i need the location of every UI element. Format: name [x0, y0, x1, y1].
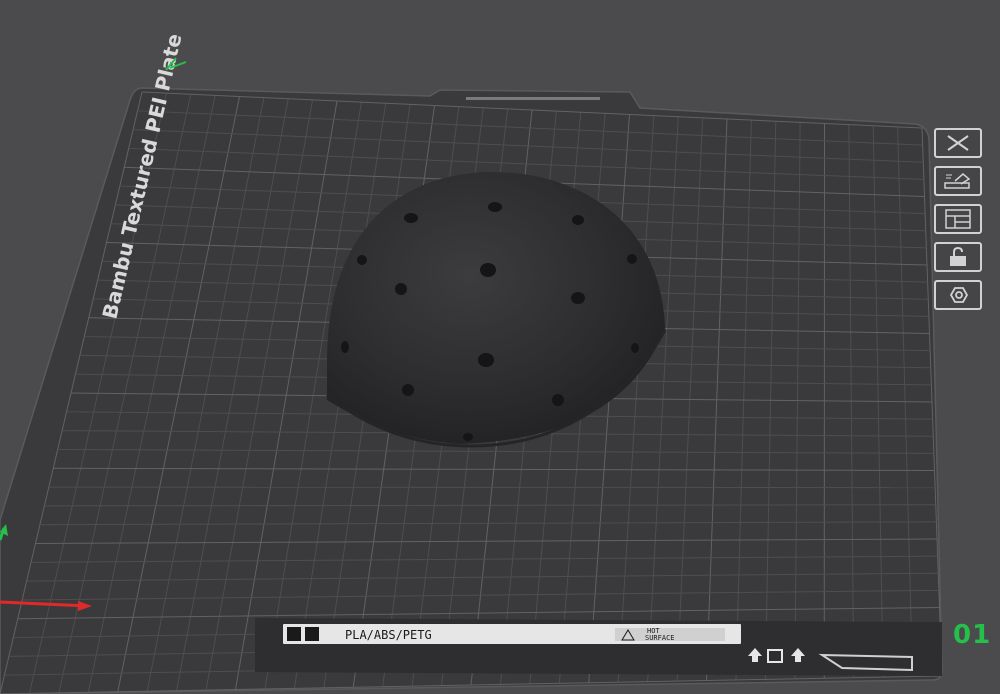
auto-orient-button[interactable]: [934, 166, 982, 196]
dome-hole: [357, 255, 367, 265]
dome-hole: [631, 343, 639, 353]
plate-settings-button[interactable]: [934, 280, 982, 310]
plate-tab-slot: [466, 97, 600, 100]
settings-icon: [949, 287, 969, 303]
dome-hole: [463, 433, 473, 441]
hot-surface-line2: SURFACE: [645, 634, 675, 642]
lock-plate-button[interactable]: [934, 242, 982, 272]
dome-hole: [627, 254, 637, 264]
close-plate-button[interactable]: [934, 128, 982, 158]
build-plate-scene[interactable]: Bambu Textured PEI Plate PLA/ABS/PETG HO…: [0, 0, 1000, 694]
close-icon: [947, 135, 969, 151]
dome-hole: [571, 292, 585, 304]
plate-toolbar: [934, 128, 986, 310]
dome-hole: [572, 215, 584, 225]
plate-number: 01: [953, 620, 992, 650]
grid-line-horizontal: [48, 486, 936, 489]
dome-hole: [478, 353, 494, 367]
dome-hole: [488, 202, 502, 212]
arrange-icon: [945, 209, 971, 229]
dome-hole: [395, 283, 407, 295]
3d-viewport[interactable]: Bambu Textured PEI Plate PLA/ABS/PETG HO…: [0, 0, 1000, 694]
lock-icon: [950, 246, 966, 266]
auto-orient-icon: [944, 173, 971, 189]
dome-hole: [402, 384, 414, 396]
arrange-button[interactable]: [934, 204, 982, 234]
dome-hole: [404, 213, 418, 223]
material-label: PLA/ABS/PETG: [345, 628, 432, 642]
dome-hole: [480, 263, 496, 277]
dome-hole: [552, 394, 564, 406]
dome-hole: [341, 341, 349, 353]
material-strip: PLA/ABS/PETG HOT SURFACE: [255, 618, 942, 676]
